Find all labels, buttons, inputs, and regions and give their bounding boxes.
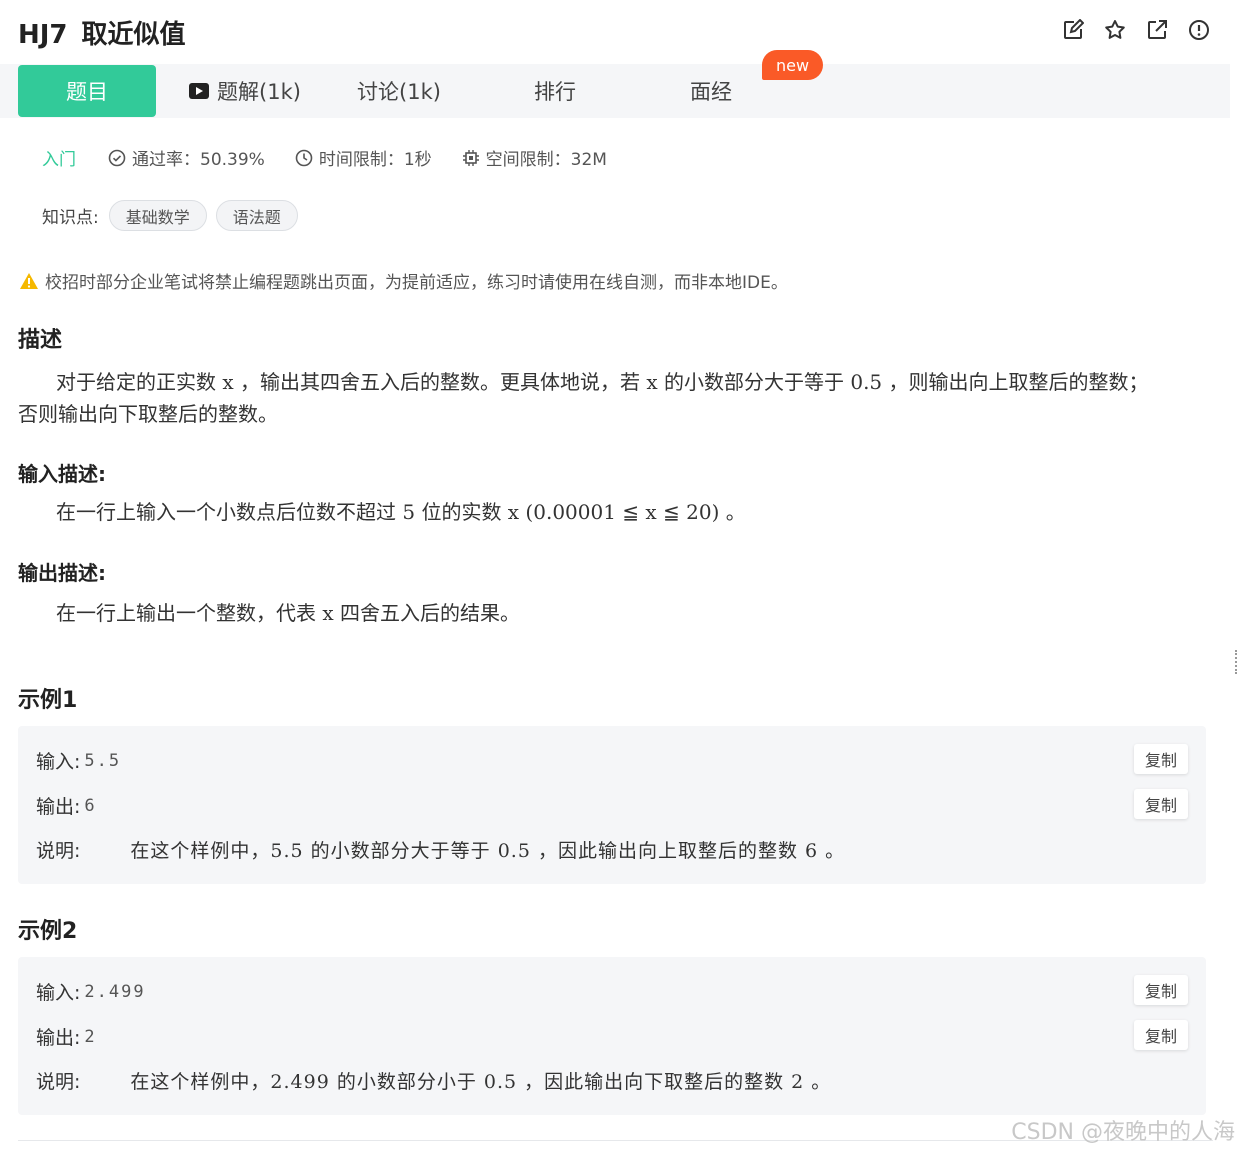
example-1-title: 示例1 <box>18 688 78 713</box>
tab-ranking[interactable]: 排行 <box>500 65 610 117</box>
tab-solutions[interactable]: 题解(1k) <box>180 65 310 117</box>
warning-icon <box>20 272 38 289</box>
example-2-output: 输出: 2 <box>36 1026 97 1050</box>
star-icon[interactable] <box>1103 18 1127 42</box>
tab-discussion[interactable]: 讨论(1k) <box>340 65 458 117</box>
edit-icon[interactable] <box>1061 18 1085 42</box>
tab-problem[interactable]: 题目 <box>18 65 156 117</box>
difficulty-label: 入门 <box>42 150 76 170</box>
problem-name: 取近似值 <box>81 20 186 50</box>
exam-warning: 校招时部分企业笔试将禁止编程题跳出页面，为提前适应，练习时请使用在线自测，而非本… <box>19 268 788 293</box>
knowledge-points: 知识点: 基础数学 语法题 <box>42 200 307 231</box>
report-icon[interactable] <box>1187 18 1211 42</box>
input-desc-text: 在一行上输入一个小数点后位数不超过 5 位的实数 x (0.00001 ≦ x … <box>56 500 746 524</box>
example-2-input: 输入: 2.499 <box>36 981 146 1005</box>
header-actions <box>1061 18 1211 42</box>
description-title: 描述 <box>18 328 63 353</box>
example-2-explain: 说明: 在这个样例中，2.499 的小数部分小于 0.5 ，因此输出向下取整后的… <box>36 1071 832 1093</box>
copy-output-button[interactable]: 复制 <box>1134 1020 1188 1050</box>
example-2-title: 示例2 <box>18 919 78 944</box>
new-badge: new <box>762 50 824 80</box>
resize-handle[interactable] <box>1235 650 1239 674</box>
description-text: 对于给定的正实数 x ，输出其四舍五入后的整数。更具体地说，若 x 的小数部分大… <box>18 370 1149 426</box>
space-limit: 空间限制：32M <box>462 145 607 170</box>
tag-basic-math[interactable]: 基础数学 <box>108 200 207 231</box>
output-desc-text: 在一行上输出一个整数，代表 x 四舍五入后的结果。 <box>56 601 520 625</box>
problem-header: HJ7 取近似值 <box>0 0 1239 64</box>
clock-icon <box>295 149 313 166</box>
check-circle-icon <box>108 149 126 166</box>
problem-code: HJ7 <box>18 20 68 50</box>
example-1-input: 输入: 5.5 <box>36 750 122 774</box>
page-title: HJ7 取近似值 <box>18 14 186 51</box>
output-desc-title: 输出描述: <box>18 561 106 585</box>
pass-rate: 通过率：50.39% <box>108 145 265 170</box>
copy-input-button[interactable]: 复制 <box>1134 975 1188 1005</box>
tag-syntax[interactable]: 语法题 <box>215 200 298 231</box>
example-1-explain: 说明: 在这个样例中，5.5 的小数部分大于等于 0.5 ，因此输出向上取整后的… <box>36 840 846 862</box>
chip-icon <box>462 149 479 166</box>
csdn-watermark: CSDN @夜晚中的人海 <box>1011 1120 1235 1145</box>
knowledge-label: 知识点: <box>42 208 99 228</box>
problem-meta: 入门 通过率：50.39% 时间限制：1秒 空间限制：32M <box>42 145 637 170</box>
video-icon <box>189 83 210 99</box>
example-1-box: 输入: 5.5 复制 输出: 6 复制 说明: 在这个样例中，5.5 的小数部分… <box>18 726 1206 884</box>
example-2-box: 输入: 2.499 复制 输出: 2 复制 说明: 在这个样例中，2.499 的… <box>18 957 1206 1115</box>
copy-output-button[interactable]: 复制 <box>1134 789 1188 819</box>
input-desc-title: 输入描述: <box>18 462 106 486</box>
copy-input-button[interactable]: 复制 <box>1134 744 1188 774</box>
time-limit: 时间限制：1秒 <box>295 145 432 170</box>
problem-tabs: 题目 题解(1k) 讨论(1k) 排行 面经 <box>0 64 1230 118</box>
example-1-output: 输出: 6 <box>36 795 97 819</box>
share-icon[interactable] <box>1145 18 1169 42</box>
tab-interview[interactable]: 面经 <box>656 65 766 117</box>
